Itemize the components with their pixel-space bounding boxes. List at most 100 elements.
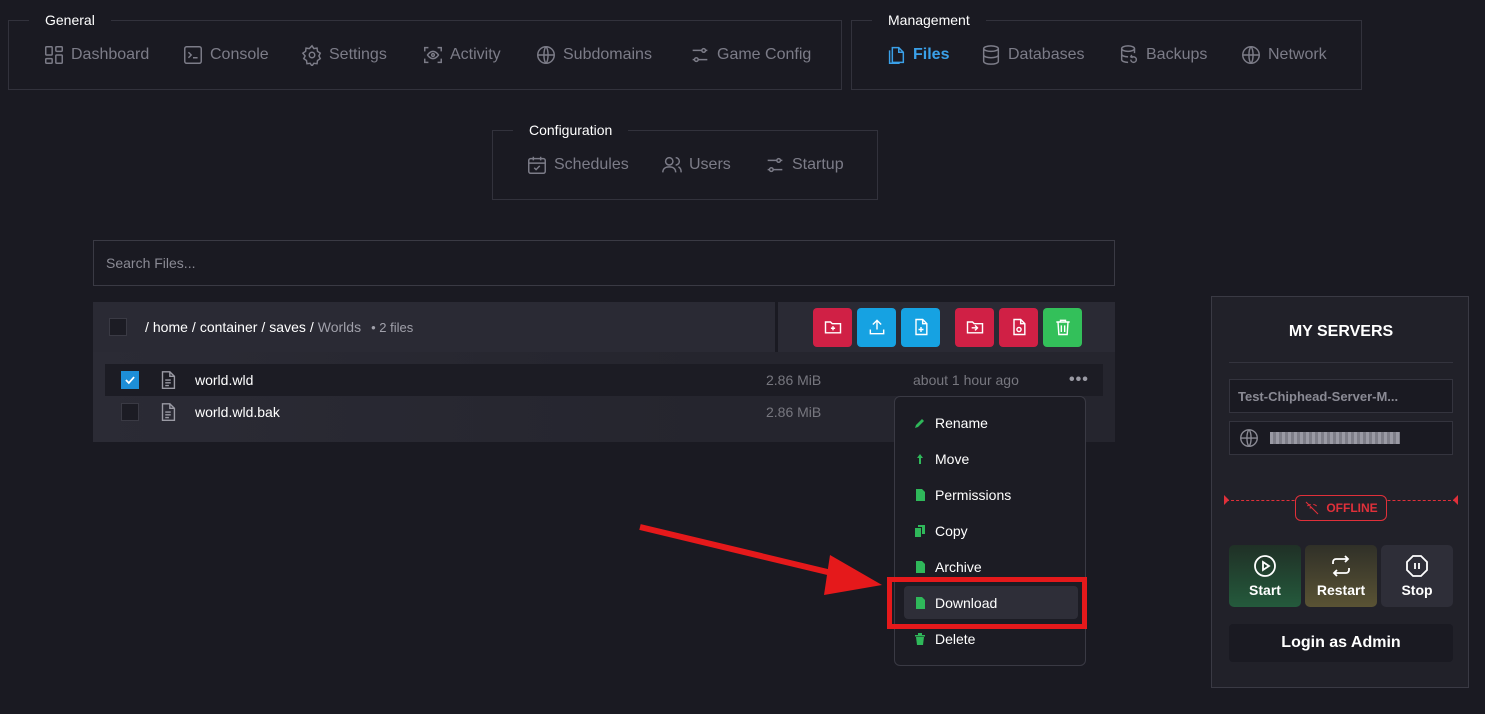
breadcrumb-current: Worlds (317, 319, 362, 335)
upload-icon (869, 319, 884, 335)
nav-item-label: Users (689, 156, 731, 173)
nav-item-label: Backups (1146, 46, 1208, 63)
menu-item-move[interactable]: Move (904, 442, 1078, 475)
stop-icon (1406, 555, 1428, 577)
nav-item-schedules[interactable]: Schedules (526, 153, 629, 177)
file-size: 2.86 MiB (766, 404, 822, 420)
nav-item-activity[interactable]: Activity (422, 43, 501, 67)
nav-item-label: Activity (450, 46, 501, 63)
menu-item-label: Move (935, 450, 970, 467)
sliders-icon (692, 47, 708, 63)
files-icon (888, 46, 905, 64)
divider (1229, 362, 1453, 363)
status-line-cap (1224, 495, 1229, 505)
menu-item-copy[interactable]: Copy (904, 514, 1078, 547)
nav-item-network[interactable]: Network (1240, 43, 1327, 67)
annotation-highlight-box (887, 577, 1087, 629)
nav-item-users[interactable]: Users (661, 153, 731, 177)
check-icon (125, 376, 135, 385)
nav-item-settings[interactable]: Settings (301, 43, 387, 67)
nav-group-legend: Management (872, 8, 986, 34)
file-checkbox[interactable] (121, 371, 139, 389)
breadcrumb-segment[interactable]: container (200, 319, 258, 335)
server-name-field[interactable]: Test-Chiphead-Server-M... (1229, 379, 1453, 413)
file-list-header: / home / container / saves / Worlds • 2 … (93, 302, 775, 352)
calendar-icon (528, 156, 546, 174)
terminal-icon (184, 46, 202, 64)
redacted-address (1270, 432, 1400, 444)
file-settings-button[interactable] (999, 307, 1038, 347)
breadcrumb: / home / container / saves / Worlds • 2 … (145, 319, 413, 335)
restart-button[interactable]: Restart (1305, 545, 1377, 607)
upload-button[interactable] (857, 307, 896, 347)
file-name: world.wld.bak (195, 404, 280, 420)
nav-item-console[interactable]: Console (182, 43, 269, 67)
breadcrumb-separator: / (191, 319, 196, 335)
gear-icon (301, 44, 322, 66)
server-address-field (1229, 421, 1453, 455)
delete-selected-button[interactable] (1043, 307, 1082, 347)
nav-item-label: Databases (1008, 46, 1085, 63)
folder-import-icon (966, 321, 983, 334)
new-folder-button[interactable] (813, 307, 852, 347)
button-label: Restart (1316, 582, 1366, 598)
nav-item-label: Console (210, 46, 269, 63)
nav-group-management: Management Files Databases Backups Netwo… (851, 8, 1362, 90)
status-text: OFFLINE (1326, 501, 1378, 515)
nav-group-legend: General (29, 8, 111, 34)
dashboard-icon (45, 46, 63, 64)
file-name: world.wld (195, 372, 254, 388)
button-label: Stop (1401, 582, 1433, 598)
file-lock-icon (916, 488, 925, 501)
new-file-button[interactable] (901, 307, 940, 347)
eye-icon (424, 46, 442, 64)
file-row[interactable]: world.wld 2.86 MiB about 1 hour ago ••• (105, 364, 1103, 396)
pencil-icon (915, 418, 924, 428)
login-as-admin-button[interactable]: Login as Admin (1229, 624, 1453, 662)
menu-item-label: Rename (935, 414, 988, 431)
breadcrumb-segment[interactable]: saves (269, 319, 306, 335)
menu-item-rename[interactable]: Rename (904, 406, 1078, 439)
users-icon (662, 156, 682, 173)
repeat-icon (1332, 555, 1350, 577)
import-button[interactable] (955, 307, 994, 347)
start-button[interactable]: Start (1229, 545, 1301, 607)
my-servers-panel: MY SERVERS Test-Chiphead-Server-M... OFF… (1211, 296, 1469, 688)
stop-button[interactable]: Stop (1381, 545, 1453, 607)
file-icon (157, 401, 179, 423)
select-all-checkbox[interactable] (109, 318, 127, 336)
nav-group-configuration: Configuration Schedules Users Startup (492, 118, 878, 200)
menu-item-label: Delete (935, 630, 976, 647)
trash-icon (915, 632, 925, 645)
play-icon (1254, 555, 1276, 577)
nav-item-subdomains[interactable]: Subdomains (535, 43, 652, 67)
status-badge: OFFLINE (1295, 495, 1387, 521)
sliders-icon (767, 157, 783, 173)
nav-item-backups[interactable]: Backups (1118, 43, 1207, 67)
breadcrumb-root[interactable]: / (145, 319, 149, 335)
search-files-input[interactable] (93, 240, 1115, 286)
nav-item-label: Subdomains (563, 46, 652, 63)
nav-item-label: Schedules (554, 156, 629, 173)
nav-item-label: Startup (792, 156, 844, 173)
file-checkbox[interactable] (121, 403, 139, 421)
wifi-off-icon (1305, 501, 1319, 515)
globe-icon (1242, 46, 1260, 64)
globe-icon (537, 46, 555, 64)
more-options-icon[interactable]: ••• (1069, 371, 1089, 389)
nav-item-startup[interactable]: Startup (764, 153, 844, 177)
copy-icon (915, 524, 925, 537)
panel-title: MY SERVERS (1288, 323, 1394, 340)
menu-item-label: Permissions (935, 486, 1012, 503)
nav-item-dashboard[interactable]: Dashboard (43, 43, 149, 67)
menu-item-permissions[interactable]: Permissions (904, 478, 1078, 511)
file-archive-icon (916, 560, 925, 573)
database-icon (982, 45, 1000, 65)
file-modified: about 1 hour ago (913, 372, 1019, 388)
nav-item-game-config[interactable]: Game Config (689, 43, 811, 67)
breadcrumb-segment[interactable]: home (153, 319, 188, 335)
nav-item-databases[interactable]: Databases (980, 43, 1085, 67)
nav-item-files[interactable]: Files (885, 43, 949, 67)
file-count: • 2 files (371, 319, 414, 335)
nav-item-label: Network (1268, 46, 1327, 63)
